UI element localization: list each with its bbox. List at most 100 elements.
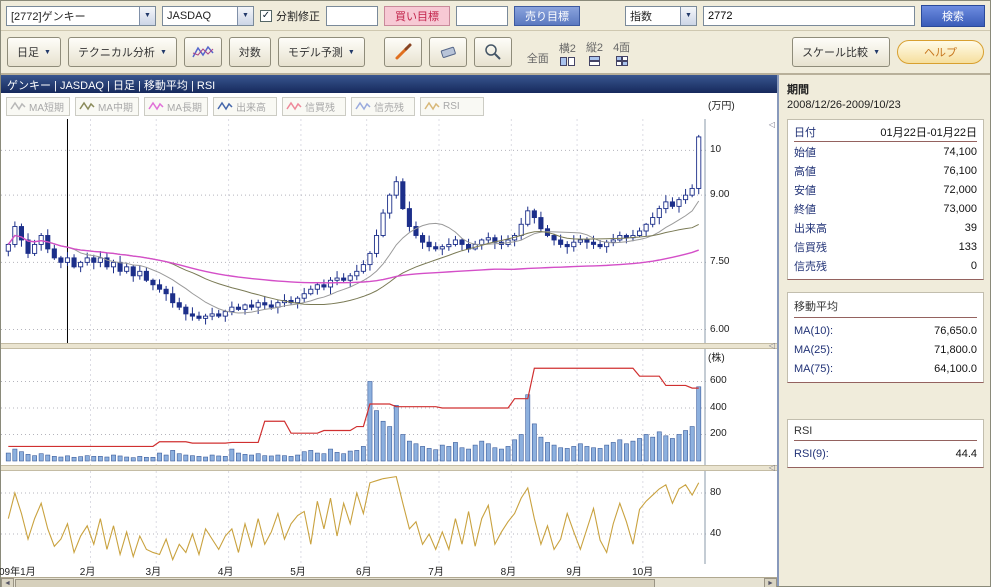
info-row-label: 信売残 xyxy=(794,258,827,274)
layout-vertical2-button[interactable]: 縦2 xyxy=(586,39,603,66)
info-row: 安値72,000 xyxy=(794,180,977,199)
volume-plot[interactable] xyxy=(1,349,706,465)
buy-target-input[interactable] xyxy=(326,6,378,26)
scroll-right-icon[interactable]: ► xyxy=(764,578,777,587)
info-row-label: MA(10): xyxy=(794,325,833,337)
info-row: 終値73,000 xyxy=(794,199,977,218)
info-row-value: 73,000 xyxy=(943,203,977,215)
axis-tick-label: 400 xyxy=(710,402,727,413)
index-select[interactable]: 指数 ▼ xyxy=(625,6,697,26)
quote-panel: 日付01月22日-01月22日始値74,100高値76,100安値72,000終… xyxy=(787,119,984,280)
legend-item[interactable]: RSI xyxy=(420,97,484,116)
chart-titlebar: ゲンキー | JASDAQ | 日足 | 移動平均 | RSI xyxy=(1,75,777,93)
buy-target-button[interactable]: 買い目標 xyxy=(384,6,450,26)
layout-full-button[interactable]: 全面 xyxy=(527,50,549,66)
info-row-value: 71,800.0 xyxy=(934,344,977,356)
legend-line-icon xyxy=(79,100,95,112)
scale-compare-label: スケール比較 xyxy=(802,44,868,60)
zoom-button[interactable] xyxy=(474,37,512,67)
help-button[interactable]: ヘルプ xyxy=(897,40,984,64)
info-row-label: MA(25): xyxy=(794,344,833,356)
legend-line-icon xyxy=(148,100,164,112)
split-adjust-label: 分割修正 xyxy=(276,8,320,24)
pen-icon xyxy=(393,42,413,62)
info-row: 出来高39 xyxy=(794,218,977,237)
legend-item[interactable]: 信売残 xyxy=(351,97,415,116)
split-adjust-checkbox[interactable]: ✓ 分割修正 xyxy=(260,8,320,24)
price-plot[interactable] xyxy=(1,119,706,343)
legend-item[interactable]: MA中期 xyxy=(75,97,139,116)
legend-item[interactable]: MA短期 xyxy=(6,97,70,116)
legend-item-label: 信売残 xyxy=(374,99,404,114)
draw-pen-button[interactable] xyxy=(384,37,422,67)
date-axis-label: 3月 xyxy=(146,563,162,578)
price-pane-gutter: ◁ xyxy=(762,119,777,343)
volume-axis: (株) 600400200 xyxy=(706,349,762,465)
eraser-button[interactable] xyxy=(429,37,467,67)
symbol-select[interactable]: [2772]ゲンキー ▼ xyxy=(6,6,156,26)
symbol-code-input[interactable] xyxy=(703,6,915,26)
volume-axis-unit: (株) xyxy=(708,349,725,364)
layout-v2-label: 縦2 xyxy=(586,39,603,55)
scroll-left-icon[interactable]: ◄ xyxy=(1,578,14,587)
layout-horizontal2-button[interactable]: 横2 xyxy=(559,40,576,66)
technical-analysis-label: テクニカル分析 xyxy=(78,44,155,60)
sell-target-button[interactable]: 売り目標 xyxy=(514,6,580,26)
layout-h2-label: 横2 xyxy=(559,40,576,56)
date-axis-label: 2月 xyxy=(80,563,96,578)
info-row-value: 74,100 xyxy=(943,146,977,158)
legend-item[interactable]: MA長期 xyxy=(144,97,208,116)
search-button[interactable]: 検索 xyxy=(921,5,985,27)
legend-item[interactable]: 出来高 xyxy=(213,97,277,116)
technical-analysis-select[interactable]: テクニカル分析 ▼ xyxy=(68,37,177,67)
axis-tick-label: 6.00 xyxy=(710,324,729,335)
legend-line-icon xyxy=(355,100,371,112)
date-axis-label: 09年1月 xyxy=(0,563,36,578)
timeframe-select[interactable]: 日足 ▼ xyxy=(7,37,61,67)
info-row-label: 始値 xyxy=(794,144,816,160)
date-axis-label: 7月 xyxy=(428,563,444,578)
price-pane: (万円) 109.007.506.00 ◁ xyxy=(1,119,777,343)
stock-chart-window: [2772]ゲンキー ▼ JASDAQ ▼ ✓ 分割修正 買い目標 売り目標 指… xyxy=(0,0,991,587)
price-axis-unit: (万円) xyxy=(708,97,735,112)
rsi-plot[interactable] xyxy=(1,471,706,564)
info-row-value: 133 xyxy=(959,241,977,253)
model-forecast-label: モデル予測 xyxy=(288,44,343,60)
scale-compare-select[interactable]: スケール比較 ▼ xyxy=(792,37,890,67)
info-row: 信売残0 xyxy=(794,256,977,275)
chevron-down-icon[interactable]: ▼ xyxy=(680,7,696,25)
sell-target-input[interactable] xyxy=(456,6,508,26)
chevron-down-icon[interactable]: ▼ xyxy=(237,7,253,25)
tools-toolbar: 日足 ▼ テクニカル分析 ▼ 対数 モデル予測 ▼ xyxy=(1,31,990,75)
magnifier-icon xyxy=(483,42,503,62)
layout-quad-button[interactable]: 4面 xyxy=(613,39,630,66)
log-scale-button[interactable]: 対数 xyxy=(229,37,271,67)
scrollbar-thumb[interactable] xyxy=(15,579,655,587)
info-row-label: 高値 xyxy=(794,163,816,179)
collapse-arrow-icon[interactable]: ◁ xyxy=(769,121,775,129)
info-row-label: 日付 xyxy=(794,124,816,140)
info-row-value: 44.4 xyxy=(956,448,977,460)
market-select[interactable]: JASDAQ ▼ xyxy=(162,6,254,26)
info-row-value: 39 xyxy=(965,222,977,234)
log-scale-label: 対数 xyxy=(239,44,261,60)
rsi-panel: RSI RSI(9):44.4 xyxy=(787,419,984,468)
horizontal-scrollbar[interactable]: ◄ ► xyxy=(1,577,777,587)
date-axis-label: 9月 xyxy=(566,563,582,578)
axis-tick-label: 9.00 xyxy=(710,189,729,200)
legend-item-label: MA中期 xyxy=(98,99,133,114)
market-select-value: JASDAQ xyxy=(163,10,237,22)
info-row-label: 信買残 xyxy=(794,239,827,255)
chevron-down-icon[interactable]: ▼ xyxy=(139,7,155,25)
period-value: 2008/12/26-2009/10/23 xyxy=(787,99,984,111)
date-axis: 09年1月2月3月4月5月6月7月8月9月10月 xyxy=(1,564,777,577)
axis-tick-label: 40 xyxy=(710,528,721,539)
info-row-value: 64,100.0 xyxy=(934,363,977,375)
layout-button-group: 全面 横2 縦2 4面 xyxy=(527,39,630,66)
legend-item[interactable]: 信買残 xyxy=(282,97,346,116)
info-row: 信買残 133 xyxy=(794,237,977,256)
chevron-down-icon: ▼ xyxy=(348,49,355,56)
model-forecast-select[interactable]: モデル予測 ▼ xyxy=(278,37,365,67)
pattern-search-button[interactable] xyxy=(184,37,222,67)
rsi-axis: 8040 xyxy=(706,471,762,564)
